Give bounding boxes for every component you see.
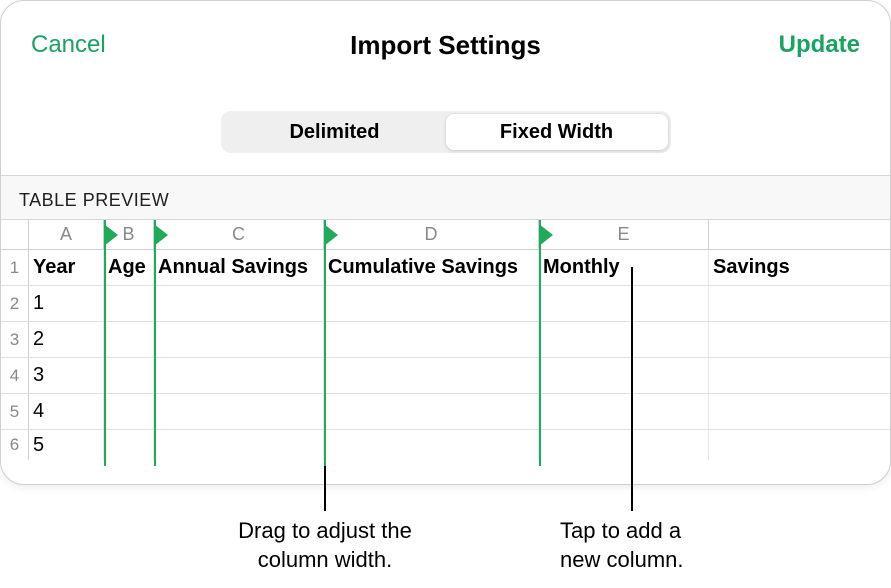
header: Cancel Import Settings Update <box>1 1 890 81</box>
cell <box>324 358 539 393</box>
cell <box>709 286 890 321</box>
segmented-control-wrap: Delimited Fixed Width <box>1 81 890 175</box>
cell: Annual Savings <box>154 250 324 285</box>
column-separator-handle[interactable] <box>324 220 326 466</box>
cell: 1 <box>29 286 104 321</box>
cancel-button[interactable]: Cancel <box>31 31 350 59</box>
row-number: 2 <box>1 286 29 321</box>
cell: 4 <box>29 394 104 429</box>
cell <box>324 394 539 429</box>
import-settings-window: Cancel Import Settings Update Delimited … <box>0 0 891 485</box>
drag-arrow-icon <box>539 224 553 246</box>
tab-fixed-width[interactable]: Fixed Width <box>446 114 668 150</box>
cell <box>104 430 154 460</box>
cell <box>709 358 890 393</box>
callout-tap-text: Tap to add anew column. <box>560 517 740 574</box>
table-row: 4 3 <box>1 358 890 394</box>
cell <box>324 286 539 321</box>
tab-delimited[interactable]: Delimited <box>224 114 446 150</box>
table-row: 3 2 <box>1 322 890 358</box>
cell <box>154 430 324 460</box>
column-header-row: A B C D E <box>1 220 890 250</box>
cell <box>104 322 154 357</box>
table-preview[interactable]: A B C D E 1 Year Age Annual Savings Cumu… <box>1 220 890 466</box>
cell <box>709 394 890 429</box>
column-header[interactable]: E <box>539 220 709 249</box>
cell <box>104 286 154 321</box>
cell <box>154 286 324 321</box>
cell <box>154 394 324 429</box>
column-header[interactable]: D <box>324 220 539 249</box>
row-number: 5 <box>1 394 29 429</box>
column-separator-handle[interactable] <box>104 220 106 466</box>
table-row: 1 Year Age Annual Savings Cumulative Sav… <box>1 250 890 286</box>
callouts: Drag to adjust thecolumn width. Tap to a… <box>0 485 891 585</box>
column-separator-handle[interactable] <box>539 220 541 466</box>
cell <box>154 358 324 393</box>
column-separator-handle[interactable] <box>154 220 156 466</box>
cell <box>539 286 709 321</box>
row-number: 3 <box>1 322 29 357</box>
cell <box>539 322 709 357</box>
column-header[interactable]: C <box>154 220 324 249</box>
cell <box>709 322 890 357</box>
row-number: 6 <box>1 430 29 460</box>
cell <box>709 430 890 460</box>
drag-arrow-icon <box>324 224 338 246</box>
row-number: 4 <box>1 358 29 393</box>
page-title: Import Settings <box>350 30 541 61</box>
cell: Monthly <box>539 250 709 285</box>
cell <box>324 430 539 460</box>
cell: 3 <box>29 358 104 393</box>
cell: Age <box>104 250 154 285</box>
drag-arrow-icon <box>104 224 118 246</box>
cell: 5 <box>29 430 104 460</box>
table-preview-label: TABLE PREVIEW <box>1 175 890 220</box>
cell <box>539 358 709 393</box>
column-header[interactable]: A <box>29 220 104 249</box>
cell <box>104 394 154 429</box>
row-number: 1 <box>1 250 29 285</box>
update-button[interactable]: Update <box>541 31 860 59</box>
segmented-control: Delimited Fixed Width <box>221 111 671 153</box>
table-row: 5 4 <box>1 394 890 430</box>
cell: Savings <box>709 250 890 285</box>
cell <box>539 394 709 429</box>
table-row: 6 5 <box>1 430 890 460</box>
column-header-blank[interactable] <box>709 220 890 249</box>
callout-leader-line <box>631 267 633 511</box>
drag-arrow-icon <box>154 224 168 246</box>
cell <box>539 430 709 460</box>
cell: Year <box>29 250 104 285</box>
callout-drag-text: Drag to adjust thecolumn width. <box>200 517 450 574</box>
cell <box>154 322 324 357</box>
cell: 2 <box>29 322 104 357</box>
table-row: 2 1 <box>1 286 890 322</box>
column-separator-handle[interactable] <box>709 220 711 466</box>
cell: Cumulative Savings <box>324 250 539 285</box>
cell <box>324 322 539 357</box>
cell <box>104 358 154 393</box>
table-corner <box>1 220 29 249</box>
